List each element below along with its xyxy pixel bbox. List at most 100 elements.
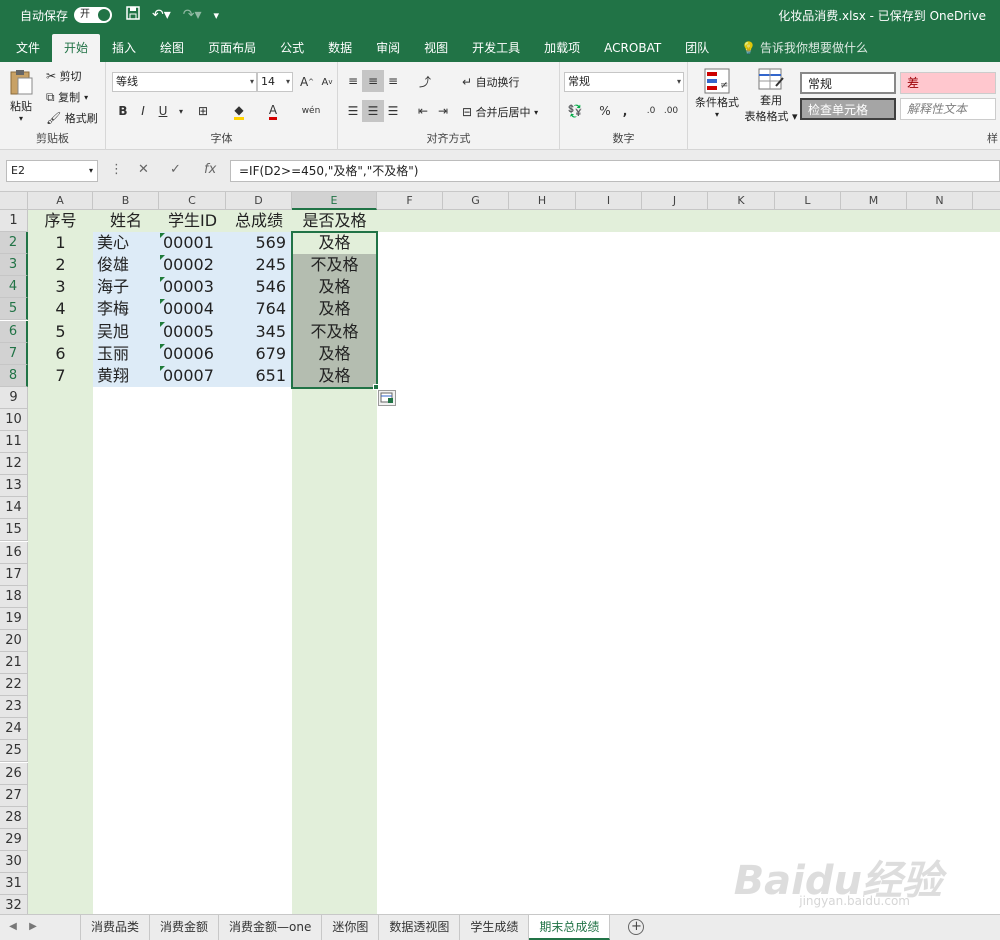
- number-format-combo[interactable]: 常规 ▾: [564, 72, 684, 92]
- row-header[interactable]: 27: [0, 784, 28, 807]
- column-header[interactable]: K: [708, 192, 775, 210]
- sheet-tab[interactable]: 学生成绩: [460, 915, 530, 940]
- customize-icon[interactable]: ▾: [214, 9, 220, 22]
- table-cell[interactable]: 00004: [159, 298, 226, 320]
- column-header-partial[interactable]: [973, 192, 1000, 210]
- table-cell[interactable]: 00003: [159, 276, 226, 298]
- table-cell[interactable]: 245: [226, 254, 292, 276]
- bold-button[interactable]: B: [112, 100, 134, 122]
- table-cell[interactable]: 00006: [159, 343, 226, 365]
- row-header[interactable]: 16: [0, 541, 28, 564]
- column-header[interactable]: C: [159, 192, 226, 210]
- row-header[interactable]: 4: [0, 276, 28, 299]
- select-all-corner[interactable]: [0, 192, 28, 210]
- header-cell[interactable]: 学生ID: [159, 210, 226, 232]
- comma-button[interactable]: ,: [614, 100, 636, 122]
- border-button[interactable]: ⊞: [192, 100, 214, 122]
- table-cell[interactable]: 00002: [159, 254, 226, 276]
- tab-addins[interactable]: 加载项: [532, 34, 592, 62]
- tab-review[interactable]: 审阅: [364, 34, 412, 62]
- column-header[interactable]: H: [509, 192, 576, 210]
- align-bottom-icon[interactable]: ≡: [382, 70, 404, 92]
- header-cell[interactable]: 序号: [28, 210, 93, 232]
- row-header[interactable]: 10: [0, 408, 28, 431]
- prev-sheet-icon[interactable]: ◀: [0, 915, 26, 940]
- table-cell[interactable]: 黄翔: [93, 365, 159, 387]
- redo-icon[interactable]: ↷▾: [183, 7, 202, 23]
- column-header[interactable]: F: [377, 192, 443, 210]
- copy-button[interactable]: ⧉ 复制 ▾: [46, 89, 88, 105]
- orientation-icon[interactable]: ⤴: [414, 70, 436, 92]
- align-center-icon[interactable]: ☰: [362, 100, 384, 122]
- currency-icon[interactable]: 💱: [564, 100, 586, 122]
- tab-formulas[interactable]: 公式: [268, 34, 316, 62]
- header-cell[interactable]: 总成绩: [226, 210, 292, 232]
- save-icon[interactable]: [126, 6, 140, 24]
- column-header[interactable]: B: [93, 192, 159, 210]
- table-cell[interactable]: 569: [226, 232, 292, 254]
- tab-developer[interactable]: 开发工具: [460, 34, 532, 62]
- quick-analysis-button[interactable]: [378, 390, 396, 406]
- table-cell[interactable]: 651: [226, 365, 292, 387]
- row-header[interactable]: 24: [0, 718, 28, 741]
- tab-acrobat[interactable]: ACROBAT: [592, 34, 673, 62]
- sheet-tab[interactable]: 消费金额: [150, 915, 220, 940]
- fill-color-button[interactable]: ◆: [228, 100, 250, 122]
- row-header[interactable]: 25: [0, 740, 28, 763]
- font-size-combo[interactable]: 14 ▾: [257, 72, 293, 92]
- row-header[interactable]: 5: [0, 298, 28, 321]
- table-cell[interactable]: 00005: [159, 321, 226, 343]
- column-header[interactable]: G: [443, 192, 509, 210]
- align-right-icon[interactable]: ☰: [382, 100, 404, 122]
- merge-center-button[interactable]: ⊟ 合并后居中 ▾: [462, 104, 538, 120]
- align-top-icon[interactable]: ≡: [342, 70, 364, 92]
- tab-insert[interactable]: 插入: [100, 34, 148, 62]
- row-header[interactable]: 3: [0, 254, 28, 277]
- row-header[interactable]: 28: [0, 806, 28, 829]
- align-left-icon[interactable]: ☰: [342, 100, 364, 122]
- row-header[interactable]: 21: [0, 652, 28, 675]
- table-cell[interactable]: 5: [28, 321, 93, 343]
- insert-function-icon[interactable]: fx: [204, 162, 216, 177]
- more-icon[interactable]: ⋮: [110, 162, 123, 177]
- column-header[interactable]: N: [907, 192, 973, 210]
- font-name-combo[interactable]: 等线 ▾: [112, 72, 257, 92]
- table-cell[interactable]: 679: [226, 343, 292, 365]
- row-header[interactable]: 22: [0, 674, 28, 697]
- tab-view[interactable]: 视图: [412, 34, 460, 62]
- row-header[interactable]: 32: [0, 895, 28, 914]
- percent-button[interactable]: %: [594, 100, 616, 122]
- worksheet-grid[interactable]: A B C D E F G H I J K L M N 1 2 3 4 5 6 7 8 9 10 1…: [0, 192, 1000, 914]
- phonetic-button[interactable]: wén: [300, 100, 322, 122]
- row-header[interactable]: 20: [0, 629, 28, 652]
- tab-team[interactable]: 团队: [673, 34, 721, 62]
- increase-decimal-icon[interactable]: .0: [640, 100, 662, 122]
- table-cell[interactable]: 4: [28, 298, 93, 320]
- undo-icon[interactable]: ↶▾: [152, 7, 171, 23]
- row-header[interactable]: 14: [0, 497, 28, 520]
- row-header[interactable]: 6: [0, 320, 28, 343]
- table-cell[interactable]: 李梅: [93, 298, 159, 320]
- sheet-tab[interactable]: 消费金额—one: [219, 915, 323, 940]
- table-cell[interactable]: 3: [28, 276, 93, 298]
- column-header[interactable]: L: [775, 192, 841, 210]
- wrap-text-button[interactable]: ↵ 自动换行: [462, 74, 520, 90]
- tab-file[interactable]: 文件: [4, 34, 52, 62]
- row-header[interactable]: 17: [0, 563, 28, 586]
- grow-font-button[interactable]: A ^: [296, 71, 318, 93]
- column-header-selected[interactable]: E: [292, 192, 377, 210]
- header-cell[interactable]: 姓名: [93, 210, 159, 232]
- underline-dropdown[interactable]: ▾: [170, 100, 192, 122]
- row-header[interactable]: 7: [0, 342, 28, 365]
- cut-button[interactable]: ✂ 剪切: [46, 68, 82, 84]
- add-sheet-icon[interactable]: +: [628, 919, 645, 935]
- increase-indent-icon[interactable]: ⇥: [432, 100, 454, 122]
- style-bad[interactable]: 差: [900, 72, 996, 94]
- table-cell[interactable]: 俊雄: [93, 254, 159, 276]
- table-cell[interactable]: 玉丽: [93, 343, 159, 365]
- row-header[interactable]: 12: [0, 453, 28, 476]
- sheet-tab[interactable]: 消费品类: [80, 915, 151, 940]
- table-cell[interactable]: 6: [28, 343, 93, 365]
- tab-page-layout[interactable]: 页面布局: [196, 34, 268, 62]
- table-cell[interactable]: 吴旭: [93, 321, 159, 343]
